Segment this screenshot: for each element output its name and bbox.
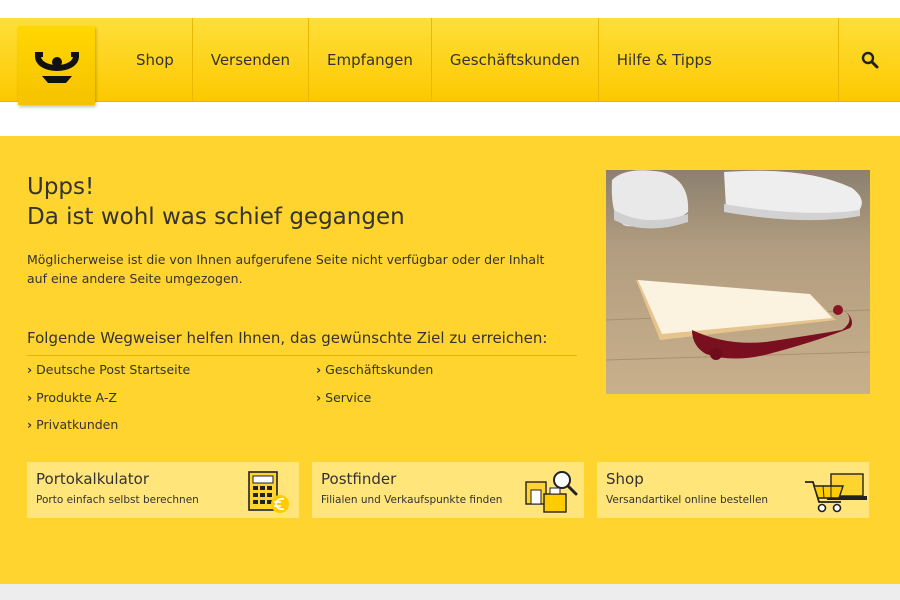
link-service[interactable]: › Service xyxy=(316,390,371,405)
link-label: Deutsche Post Startseite xyxy=(36,362,191,377)
chevron-right-icon: › xyxy=(27,390,33,405)
teaser-portokalkulator[interactable]: Portokalkulator Porto einfach selbst ber… xyxy=(27,462,299,518)
teaser-title: Postfinder xyxy=(321,470,397,488)
shopping-cart-icon xyxy=(805,473,867,513)
teaser-title: Shop xyxy=(606,470,644,488)
nav-item-label: Geschäftskunden xyxy=(449,51,580,69)
chevron-right-icon: › xyxy=(27,362,33,377)
link-label: Produkte A-Z xyxy=(36,390,117,405)
toast-on-floor-image xyxy=(606,170,870,394)
chevron-right-icon: › xyxy=(316,390,322,405)
search-button[interactable] xyxy=(838,18,900,102)
teaser-subtitle: Filialen und Verkaufspunkte finden xyxy=(321,494,503,506)
link-produkte[interactable]: › Produkte A-Z xyxy=(27,390,117,405)
link-label: Privatkunden xyxy=(36,417,119,432)
nav-item-label: Shop xyxy=(136,51,174,69)
site-header: Shop Versenden Empfangen Geschäftskunden… xyxy=(0,18,900,105)
main-navigation: Shop Versenden Empfangen Geschäftskunden… xyxy=(118,18,730,102)
nav-hilfe-tipps[interactable]: Hilfe & Tipps xyxy=(599,18,730,102)
chevron-right-icon: › xyxy=(27,417,33,432)
link-privatkunden[interactable]: › Privatkunden xyxy=(27,417,118,432)
error-title-line1: Upps! xyxy=(27,174,95,200)
nav-empfangen[interactable]: Empfangen xyxy=(309,18,432,102)
search-icon xyxy=(861,51,878,69)
nav-geschaeftskunden[interactable]: Geschäftskunden xyxy=(432,18,599,102)
error-description: Möglicherweise ist die von Ihnen aufgeru… xyxy=(27,252,545,286)
nav-versenden[interactable]: Versenden xyxy=(193,18,310,102)
nav-item-label: Hilfe & Tipps xyxy=(616,51,712,69)
chevron-right-icon: › xyxy=(316,362,322,377)
link-startseite[interactable]: › Deutsche Post Startseite xyxy=(27,362,190,377)
link-label: Geschäftskunden xyxy=(325,362,434,377)
link-label: Service xyxy=(325,390,372,405)
teaser-postfinder[interactable]: Postfinder Filialen und Verkaufspunkte f… xyxy=(312,462,584,518)
teaser-subtitle: Porto einfach selbst berechnen xyxy=(36,494,199,506)
posthorn-logo-icon[interactable] xyxy=(18,26,95,105)
nav-shop[interactable]: Shop xyxy=(118,18,193,102)
error-title-line2: Da ist wohl was schief gegangen xyxy=(27,204,405,230)
guide-title: Folgende Wegweiser helfen Ihnen, das gew… xyxy=(27,329,577,356)
footer-band xyxy=(0,584,900,600)
link-geschaeftskunden[interactable]: › Geschäftskunden xyxy=(316,362,433,377)
postfinder-icon xyxy=(525,471,578,513)
teaser-shop[interactable]: Shop Versandartikel online bestellen xyxy=(597,462,869,518)
teaser-title: Portokalkulator xyxy=(36,470,150,488)
error-panel: Upps! Da ist wohl was schief gegangen Mö… xyxy=(0,136,900,584)
nav-item-label: Empfangen xyxy=(327,51,413,69)
calculator-icon xyxy=(248,471,289,513)
nav-item-label: Versenden xyxy=(210,51,291,69)
teaser-subtitle: Versandartikel online bestellen xyxy=(606,494,769,506)
